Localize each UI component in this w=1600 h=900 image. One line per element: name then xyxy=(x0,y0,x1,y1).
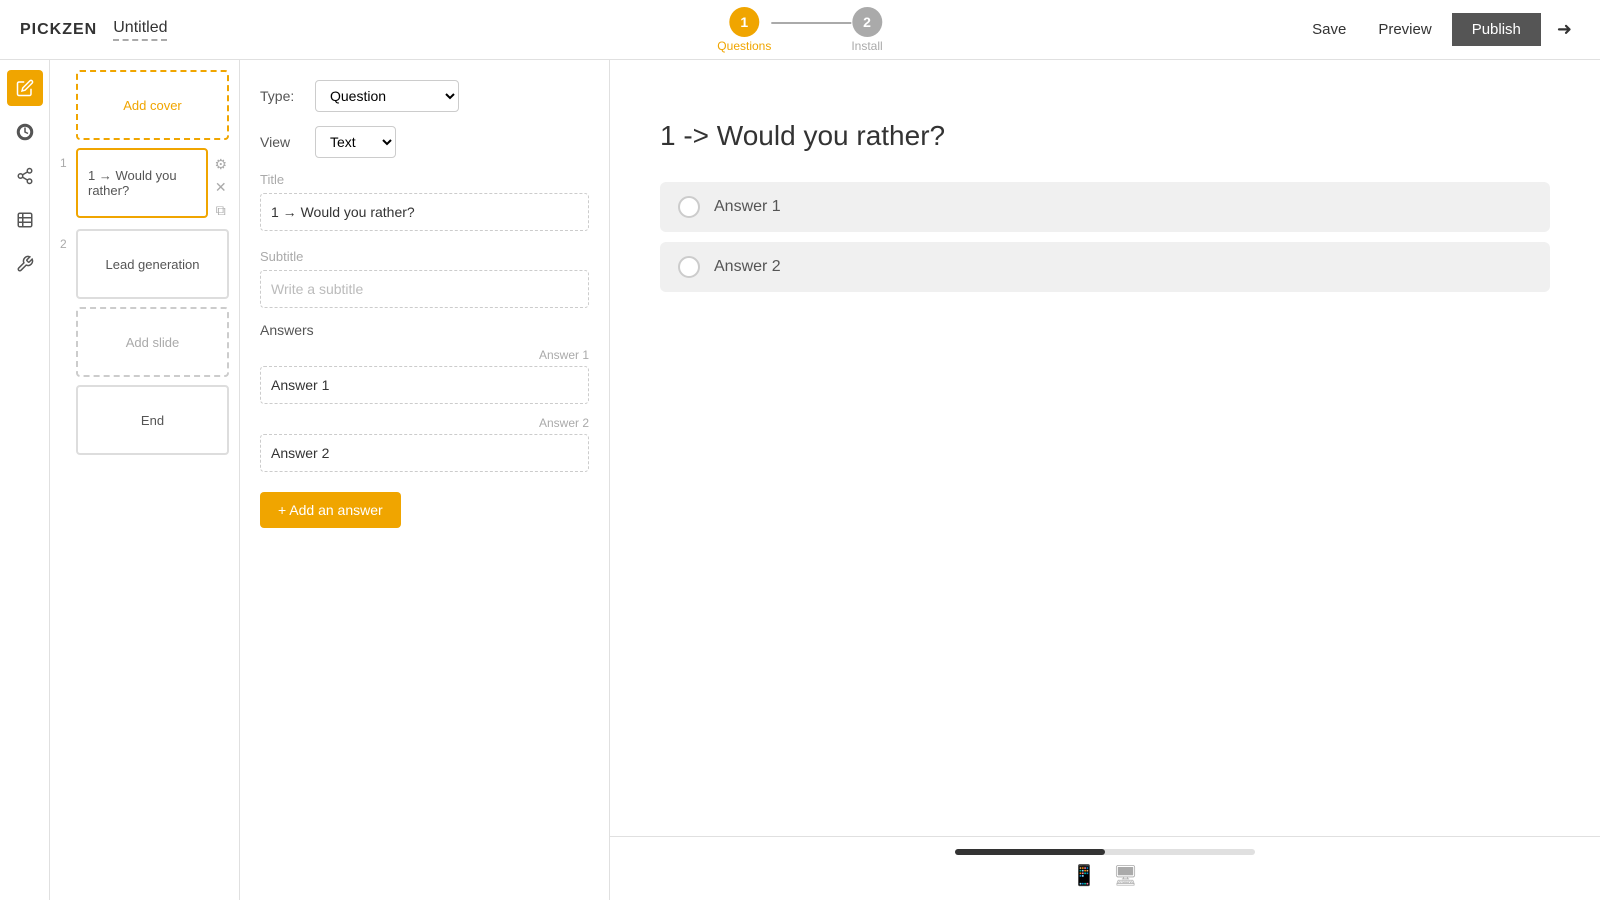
view-label: View xyxy=(260,134,305,150)
add-slide-button[interactable]: Add slide xyxy=(76,307,229,377)
step-1-circle: 1 xyxy=(729,7,759,37)
slide-q1[interactable]: 1 → Would you rather? xyxy=(76,148,208,218)
steps-indicator: 1 Questions 2 Install xyxy=(717,7,882,53)
preview-answer-2[interactable]: Answer 2 xyxy=(660,242,1550,292)
slide-actions: ⚙ ✕ ⧉ xyxy=(212,148,229,221)
answer-group-1: Answer 1 xyxy=(260,348,589,404)
step-questions[interactable]: 1 Questions xyxy=(717,7,771,53)
answer-2-text: Answer 2 xyxy=(714,258,781,276)
list-item: 1 1 → Would you rather? ⚙ ✕ ⧉ xyxy=(60,148,229,221)
type-field-row: Type: Question Lead generation End xyxy=(260,80,589,112)
slide-number: 1 xyxy=(60,156,72,170)
desktop-icon[interactable]: 🖥 xyxy=(1113,863,1138,888)
list-item: Add slide xyxy=(60,307,229,377)
slide-end-label: End xyxy=(141,413,164,428)
add-slide-label: Add slide xyxy=(126,335,179,350)
answer-2-label: Answer 2 xyxy=(260,416,589,430)
subtitle-input[interactable] xyxy=(260,270,589,308)
preview-footer: 📱 🖥 xyxy=(610,836,1600,900)
topbar: PICKZEN Untitled 1 Questions 2 Install S… xyxy=(0,0,1600,60)
preview-panel: 1 -> Would you rather? Answer 1 Answer 2… xyxy=(610,60,1600,900)
answer-1-label: Answer 1 xyxy=(260,348,589,362)
mobile-icon[interactable]: 📱 xyxy=(1072,863,1097,888)
type-select[interactable]: Question Lead generation End xyxy=(315,80,459,112)
type-label: Type: xyxy=(260,88,305,104)
share-icon-button[interactable] xyxy=(7,158,43,194)
answer-1-text: Answer 1 xyxy=(714,198,781,216)
answer-2-radio xyxy=(678,256,700,278)
answer-1-radio xyxy=(678,196,700,218)
slide-copy-button[interactable]: ⧉ xyxy=(212,200,229,221)
preview-question: 1 -> Would you rather? xyxy=(660,120,1550,152)
preview-answer-1[interactable]: Answer 1 xyxy=(660,182,1550,232)
preview-button[interactable]: Preview xyxy=(1366,15,1443,44)
settings-icon-button[interactable] xyxy=(7,246,43,282)
title-input[interactable] xyxy=(260,193,589,231)
progress-bar-fill xyxy=(955,849,1105,855)
add-cover-slide[interactable]: Add cover xyxy=(76,70,229,140)
progress-bar-track xyxy=(955,849,1255,855)
document-title[interactable]: Untitled xyxy=(113,19,167,41)
editor-panel: Type: Question Lead generation End View … xyxy=(240,60,610,900)
answer-group-2: Answer 2 xyxy=(260,416,589,472)
save-button[interactable]: Save xyxy=(1300,15,1358,44)
slide-settings-button[interactable]: ⚙ xyxy=(212,154,229,175)
answers-header: Answers xyxy=(260,322,589,338)
slide-lead-label: Lead generation xyxy=(106,257,200,272)
view-field-row: View Text Image Card xyxy=(260,126,589,158)
answers-section: Answers Answer 1 Answer 2 + Add an answe… xyxy=(260,322,589,528)
topbar-actions: Save Preview Publish ➜ xyxy=(1300,13,1580,46)
step-1-label: Questions xyxy=(717,39,771,53)
theme-icon-button[interactable] xyxy=(7,114,43,150)
slide-q1-label: 1 → Would you rather? xyxy=(88,168,196,198)
list-item: 2 Lead generation xyxy=(60,229,229,299)
slide-lead[interactable]: Lead generation xyxy=(76,229,229,299)
edit-icon-button[interactable] xyxy=(7,70,43,106)
subtitle-section-label: Subtitle xyxy=(260,249,589,264)
title-section-label: Title xyxy=(260,172,589,187)
step-2-label: Install xyxy=(851,39,882,53)
list-item: End xyxy=(60,385,229,455)
slide-delete-button[interactable]: ✕ xyxy=(212,177,229,198)
answer-2-input[interactable] xyxy=(260,434,589,472)
publish-button[interactable]: Publish xyxy=(1452,13,1541,46)
add-cover-label: Add cover xyxy=(123,98,182,113)
table-icon-button[interactable] xyxy=(7,202,43,238)
step-connector xyxy=(771,22,851,24)
export-button[interactable]: ➜ xyxy=(1549,15,1580,44)
preview-content: 1 -> Would you rather? Answer 1 Answer 2 xyxy=(610,60,1600,836)
step-2-circle: 2 xyxy=(852,7,882,37)
slides-panel: Add cover 1 1 → Would you rather? ⚙ ✕ ⧉ … xyxy=(50,60,240,900)
add-answer-button[interactable]: + Add an answer xyxy=(260,492,401,528)
icon-sidebar xyxy=(0,60,50,900)
slide-end[interactable]: End xyxy=(76,385,229,455)
main-layout: Add cover 1 1 → Would you rather? ⚙ ✕ ⧉ … xyxy=(0,60,1600,900)
device-icons: 📱 🖥 xyxy=(1072,863,1138,888)
brand-logo: PICKZEN xyxy=(20,21,97,39)
view-select[interactable]: Text Image Card xyxy=(315,126,396,158)
answer-1-input[interactable] xyxy=(260,366,589,404)
slide-number: 2 xyxy=(60,237,72,251)
step-install[interactable]: 2 Install xyxy=(851,7,882,53)
list-item: Add cover xyxy=(60,70,229,140)
